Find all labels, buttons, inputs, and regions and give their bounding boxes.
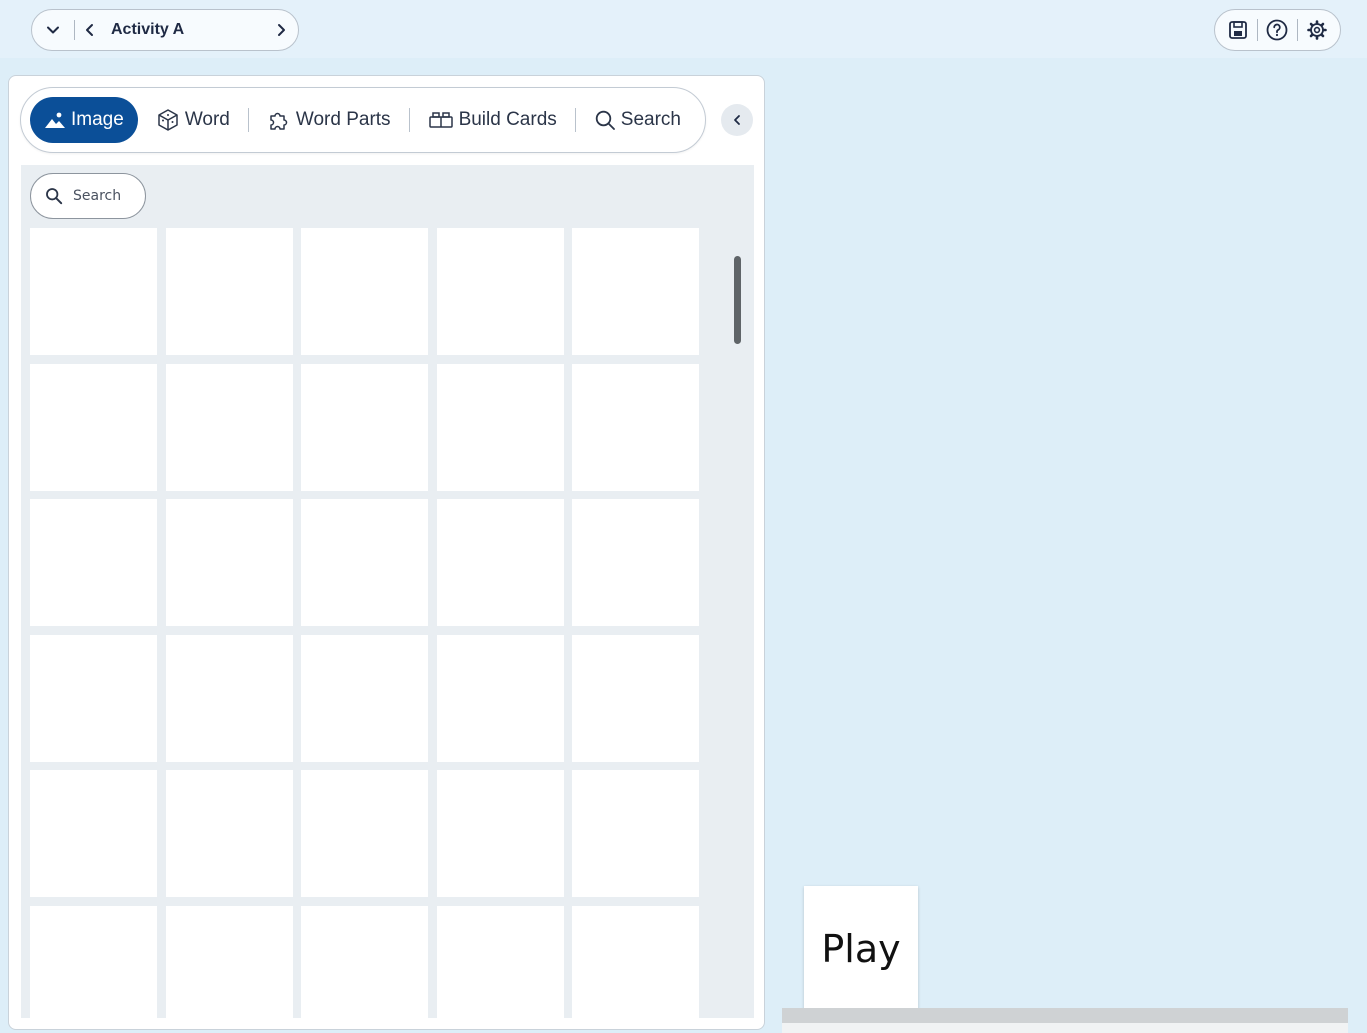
image-tile[interactable]	[301, 634, 428, 762]
tab-word-parts[interactable]: Word Parts	[267, 97, 391, 143]
toolbar-actions	[1214, 9, 1341, 51]
next-activity-button[interactable]	[264, 10, 298, 50]
image-tile[interactable]	[572, 363, 699, 491]
divider	[1257, 19, 1259, 41]
image-tile[interactable]	[30, 228, 157, 355]
image-tile[interactable]	[436, 228, 564, 355]
scrollbar-thumb[interactable]	[734, 256, 741, 344]
image-tile[interactable]	[165, 363, 293, 491]
image-tiles-grid	[30, 228, 699, 1018]
image-icon	[45, 112, 65, 128]
image-tile[interactable]	[572, 770, 699, 897]
chevron-down-icon	[47, 26, 59, 34]
image-grid-area	[21, 165, 754, 1018]
image-tile[interactable]	[572, 634, 699, 762]
tab-divider	[574, 108, 576, 132]
settings-button[interactable]	[1302, 15, 1332, 45]
tab-image-label: Image	[71, 109, 124, 130]
image-tile[interactable]	[436, 905, 564, 1018]
tab-search[interactable]: Search	[594, 97, 681, 143]
image-tile[interactable]	[301, 770, 428, 897]
image-tile[interactable]	[436, 499, 564, 626]
blocks-icon	[428, 112, 453, 128]
image-tile[interactable]	[436, 363, 564, 491]
image-tile[interactable]	[572, 905, 699, 1018]
image-tile[interactable]	[301, 363, 428, 491]
image-tile[interactable]	[436, 770, 564, 897]
image-tile[interactable]	[301, 905, 428, 1018]
image-tile[interactable]	[30, 770, 157, 897]
image-tile[interactable]	[30, 363, 157, 491]
image-search-box[interactable]	[30, 173, 146, 219]
image-tile[interactable]	[572, 228, 699, 355]
puzzle-icon	[270, 112, 288, 130]
collapse-panel-button[interactable]	[721, 104, 753, 136]
image-tile[interactable]	[165, 499, 293, 626]
help-icon	[1267, 19, 1288, 41]
image-tile[interactable]	[165, 770, 293, 897]
image-tile[interactable]	[165, 634, 293, 762]
chevron-left-icon	[734, 115, 740, 125]
chevron-left-icon	[86, 24, 93, 36]
image-tile[interactable]	[301, 228, 428, 355]
word-card-play[interactable]: Play	[804, 886, 918, 1012]
tab-word[interactable]: Word	[156, 97, 230, 143]
divider	[1296, 19, 1298, 41]
chevron-right-icon	[278, 24, 285, 36]
tab-image[interactable]: Image	[30, 97, 138, 143]
image-tile[interactable]	[165, 905, 293, 1018]
image-tile[interactable]	[30, 905, 157, 1018]
image-tile[interactable]	[30, 499, 157, 626]
save-icon	[1229, 21, 1247, 39]
image-tile[interactable]	[572, 499, 699, 626]
image-search-input[interactable]	[71, 187, 145, 205]
image-tile[interactable]	[301, 499, 428, 626]
save-button[interactable]	[1223, 15, 1253, 45]
tab-word-parts-label: Word Parts	[295, 109, 391, 130]
activity-title: Activity A	[111, 21, 185, 38]
word-card-label: Play	[821, 927, 901, 971]
tab-divider	[247, 108, 249, 132]
top-bar: Activity A	[0, 0, 1367, 58]
tab-build-cards[interactable]: Build Cards	[428, 97, 557, 143]
search-icon	[46, 188, 63, 205]
image-tile[interactable]	[436, 634, 564, 762]
card-tray	[782, 1008, 1348, 1033]
image-tile[interactable]	[30, 634, 157, 762]
activity-menu-button[interactable]	[32, 10, 74, 50]
image-tile[interactable]	[165, 228, 293, 355]
help-button[interactable]	[1262, 15, 1292, 45]
library-panel: Image Word Word Parts Build Cards Search	[8, 75, 765, 1030]
tab-build-cards-label: Build Cards	[458, 109, 557, 130]
gear-icon	[1307, 20, 1327, 40]
previous-activity-button[interactable]	[75, 10, 105, 50]
tab-word-label: Word	[184, 109, 230, 130]
tab-search-label: Search	[620, 109, 681, 130]
activity-navigator: Activity A	[31, 9, 299, 51]
tab-divider	[408, 108, 410, 132]
search-icon	[595, 110, 615, 130]
cube-icon	[158, 109, 178, 131]
library-tabs: Image Word Word Parts Build Cards Search	[20, 87, 706, 153]
